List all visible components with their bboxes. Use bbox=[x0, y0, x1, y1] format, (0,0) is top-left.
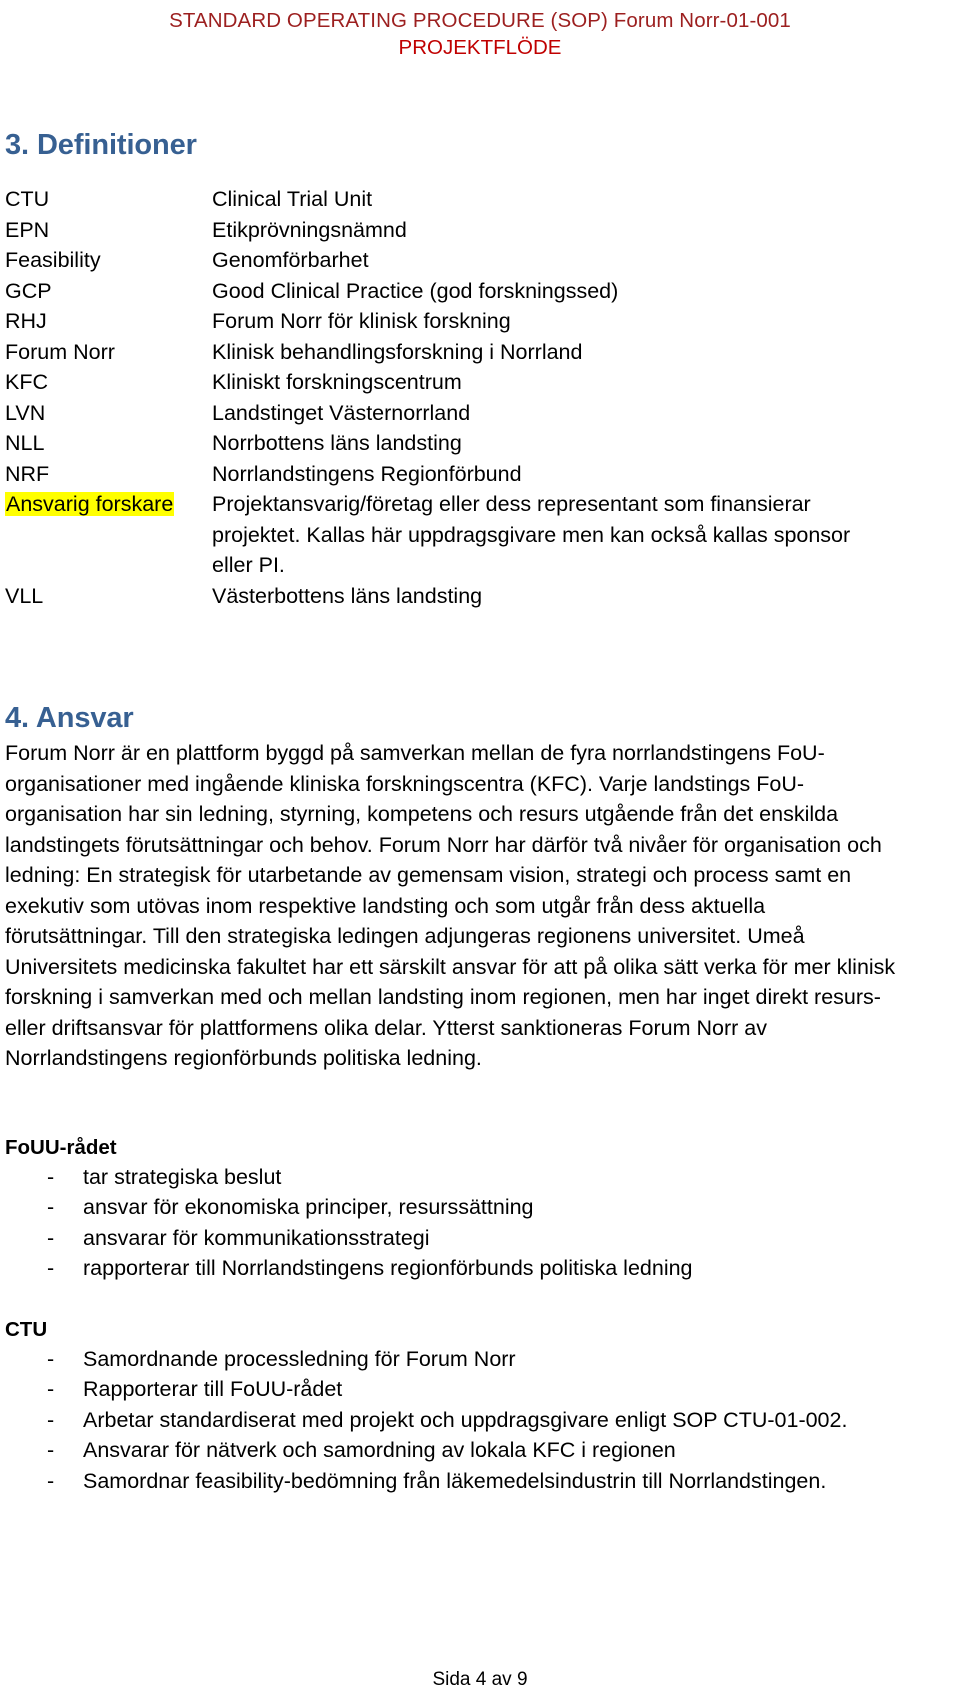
list-item: - Rapporterar till FoUU-rådet bbox=[5, 1374, 910, 1405]
bullet-dash-icon: - bbox=[47, 1346, 55, 1371]
definition-description-continued: projektet. Kallas här uppdragsgivare men… bbox=[212, 522, 851, 547]
document-footer: Sida 4 av 9 bbox=[0, 1669, 960, 1691]
role-title-ctu: CTU bbox=[5, 1317, 48, 1341]
header-title-line-1: STANDARD OPERATING PROCEDURE (SOP) Forum… bbox=[169, 9, 791, 32]
definition-description: Västerbottens läns landsting bbox=[212, 583, 483, 608]
definition-term: VLL bbox=[5, 583, 44, 608]
list-item: - ansvarar för kommunikationsstrategi bbox=[5, 1223, 910, 1254]
list-item-text: Ansvarar för nätverk och samordning av l… bbox=[83, 1438, 676, 1462]
list-item-text: tar strategiska beslut bbox=[83, 1164, 282, 1189]
role-block-fouu-radet: FoUU-rådet - tar strategiska beslut - an… bbox=[5, 1134, 910, 1284]
section-heading-definitioner: 3. Definitioner bbox=[5, 129, 197, 161]
bullet-dash-icon: - bbox=[47, 1438, 55, 1462]
definition-description-continued: eller PI. bbox=[212, 553, 285, 577]
document-body: 3. Definitioner CTU Clinical Trial Unit … bbox=[5, 128, 910, 1496]
definition-term: Feasibility bbox=[5, 248, 101, 272]
definition-description: Forum Norr för klinisk forskning bbox=[212, 309, 511, 333]
bullet-dash-icon: - bbox=[47, 1377, 55, 1401]
bullet-dash-icon: - bbox=[47, 1164, 55, 1189]
list-item: - Samordnar feasibility-bedömning från l… bbox=[5, 1466, 910, 1497]
definition-row: LVN Landstinget Västernorrland bbox=[5, 398, 910, 429]
document-page: STANDARD OPERATING PROCEDURE (SOP) Forum… bbox=[0, 0, 960, 1699]
section-ansvar: 4. Ansvar Forum Norr är en plattform byg… bbox=[5, 701, 910, 1074]
definition-description: Projektansvarig/företag eller dess repre… bbox=[212, 492, 811, 516]
definition-term: RHJ bbox=[5, 309, 47, 333]
definition-term: CTU bbox=[5, 187, 50, 211]
definition-row-highlighted: Ansvarig forskare Projektansvarig/företa… bbox=[5, 489, 910, 520]
definition-term: NLL bbox=[5, 431, 45, 455]
definition-description: Clinical Trial Unit bbox=[212, 187, 373, 211]
definition-description: Klinisk behandlingsforskning i Norrland bbox=[212, 339, 583, 364]
list-item: - Samordnande processledning för Forum N… bbox=[5, 1344, 910, 1375]
bullet-dash-icon: - bbox=[47, 1256, 55, 1280]
definitions-list: CTU Clinical Trial Unit EPN Etikprövning… bbox=[5, 184, 910, 611]
definition-row: KFC Kliniskt forskningscentrum bbox=[5, 367, 910, 398]
fouu-radet-bullet-list: - tar strategiska beslut - ansvar för ek… bbox=[5, 1162, 910, 1284]
bullet-dash-icon: - bbox=[47, 1195, 55, 1219]
list-item-text: rapporterar till Norrlandstingens region… bbox=[83, 1256, 693, 1280]
definition-term: Forum Norr bbox=[5, 339, 115, 364]
list-item-text: Rapporterar till FoUU-rådet bbox=[83, 1377, 343, 1401]
definition-row: Forum Norr Klinisk behandlingsforskning … bbox=[5, 337, 910, 368]
definition-term: LVN bbox=[5, 400, 46, 425]
list-item-text: Samordnar feasibility-bedömning från läk… bbox=[83, 1468, 827, 1493]
definition-description: Kliniskt forskningscentrum bbox=[212, 370, 462, 394]
role-block-ctu: CTU - Samordnande processledning för For… bbox=[5, 1316, 910, 1497]
definition-row: RHJ Forum Norr för klinisk forskning bbox=[5, 306, 910, 337]
definition-term: EPN bbox=[5, 217, 50, 242]
definition-row: EPN Etikprövningsnämnd bbox=[5, 215, 910, 246]
list-item: - tar strategiska beslut bbox=[5, 1162, 910, 1193]
list-item-text: Samordnande processledning för Forum Nor… bbox=[83, 1346, 516, 1371]
definition-row: Feasibility Genomförbarhet bbox=[5, 245, 910, 276]
document-header: STANDARD OPERATING PROCEDURE (SOP) Forum… bbox=[0, 8, 960, 61]
list-item: - Ansvarar för nätverk och samordning av… bbox=[5, 1435, 910, 1466]
definition-row: VLL Västerbottens läns landsting bbox=[5, 581, 910, 612]
definition-term: KFC bbox=[5, 370, 48, 394]
definition-description: Norrbottens läns landsting bbox=[212, 431, 462, 455]
header-title-line-2: PROJEKTFLÖDE bbox=[398, 36, 562, 59]
list-item: - ansvar för ekonomiska principer, resur… bbox=[5, 1192, 910, 1223]
list-item-text: Arbetar standardiserat med projekt och u… bbox=[83, 1407, 848, 1432]
ctu-bullet-list: - Samordnande processledning för Forum N… bbox=[5, 1344, 910, 1497]
bullet-dash-icon: - bbox=[47, 1225, 55, 1250]
definition-description: Good Clinical Practice (god forskningsse… bbox=[212, 278, 619, 303]
definition-description: Norrlandstingens Regionförbund bbox=[212, 461, 522, 486]
definition-row: NRF Norrlandstingens Regionförbund bbox=[5, 459, 910, 490]
definition-row: GCP Good Clinical Practice (god forsknin… bbox=[5, 276, 910, 307]
list-item: - Arbetar standardiserat med projekt och… bbox=[5, 1405, 910, 1436]
definition-description: Etikprövningsnämnd bbox=[212, 217, 407, 242]
definition-row: NLL Norrbottens läns landsting bbox=[5, 428, 910, 459]
bullet-dash-icon: - bbox=[47, 1468, 55, 1493]
page-number-label: Sida 4 av 9 bbox=[432, 1669, 528, 1690]
definition-description: Genomförbarhet bbox=[212, 248, 369, 272]
definition-description: Landstinget Västernorrland bbox=[212, 400, 471, 425]
list-item: - rapporterar till Norrlandstingens regi… bbox=[5, 1253, 910, 1284]
list-item-text: ansvarar för kommunikationsstrategi bbox=[83, 1225, 430, 1250]
section-heading-ansvar: 4. Ansvar bbox=[5, 702, 134, 734]
role-title-fouu-radet: FoUU-rådet bbox=[5, 1135, 117, 1159]
list-item-text: ansvar för ekonomiska principer, resurss… bbox=[83, 1195, 534, 1219]
definition-term: GCP bbox=[5, 278, 52, 303]
bullet-dash-icon: - bbox=[47, 1407, 55, 1432]
definition-term: NRF bbox=[5, 461, 50, 486]
definition-row: CTU Clinical Trial Unit bbox=[5, 184, 910, 215]
ansvar-paragraph: Forum Norr är en plattform byggd på samv… bbox=[5, 741, 896, 1070]
highlighted-term: Ansvarig forskare bbox=[5, 492, 175, 516]
definition-term: Ansvarig forskare bbox=[5, 489, 212, 520]
